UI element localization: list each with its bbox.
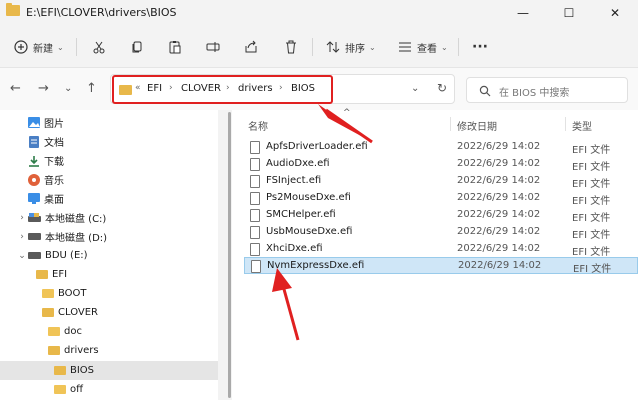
annotation-arrow-file [272,268,300,341]
annotation-arrows [272,104,373,341]
annotation-arrow-address [318,104,373,144]
